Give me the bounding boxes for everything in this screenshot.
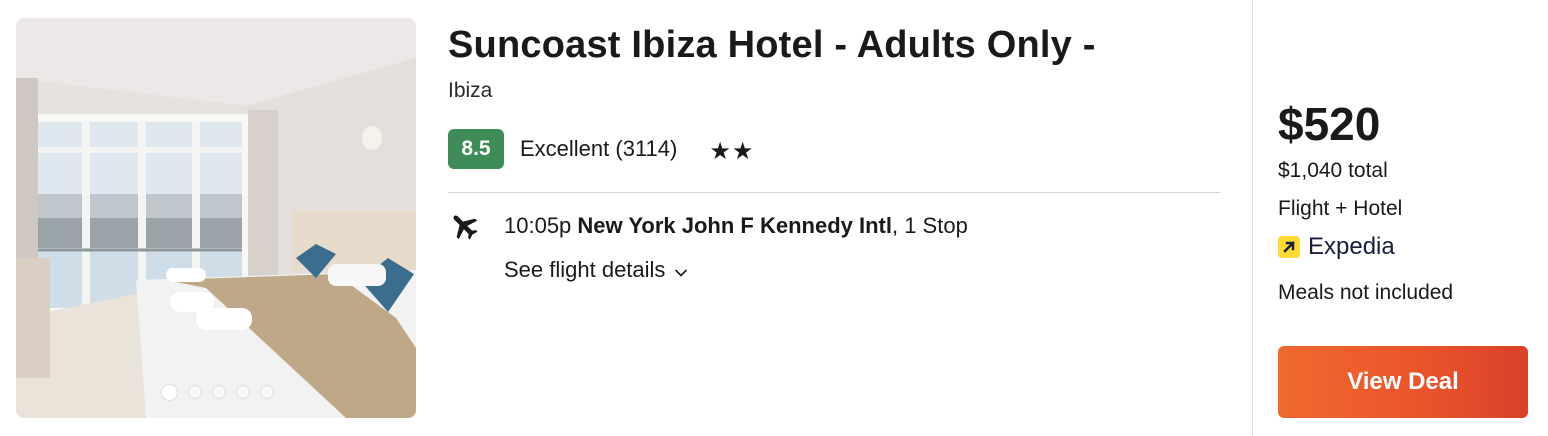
view-deal-button[interactable]: View Deal (1278, 346, 1528, 418)
expedia-logo-icon (1278, 236, 1300, 258)
price-column: $520 $1,040 total Flight + Hotel Expedia… (1278, 96, 1530, 306)
rating-row: 8.5 Excellent (3114) ★★ (448, 128, 1220, 170)
carousel-dot-5[interactable] (260, 386, 273, 398)
review-score-badge: 8.5 (448, 129, 504, 169)
hotel-name[interactable]: Suncoast Ibiza Hotel - Adults Only - (448, 22, 1220, 68)
airplane-icon (448, 211, 484, 241)
see-flight-details-link[interactable]: See flight details (504, 257, 688, 283)
price-total: $1,040 total (1278, 159, 1388, 182)
flight-stops: , 1 Stop (891, 213, 968, 238)
hotel-photo-carousel[interactable] (16, 18, 416, 418)
provider: Expedia (1278, 232, 1530, 262)
hotel-room-photo (16, 18, 416, 418)
hotel-info: Suncoast Ibiza Hotel - Adults Only - Ibi… (448, 22, 1220, 283)
price-per-person: $520 (1278, 98, 1381, 150)
hotel-star-rating: ★★ (709, 137, 755, 165)
see-flight-details-label: See flight details (504, 257, 666, 282)
hotel-result-card[interactable]: Suncoast Ibiza Hotel - Adults Only - Ibi… (0, 0, 1548, 436)
carousel-dot-4[interactable] (236, 386, 249, 398)
chevron-down-icon (675, 257, 688, 283)
provider-name: Expedia (1308, 233, 1395, 260)
carousel-dots[interactable] (16, 385, 416, 400)
flight-description: 10:05p New York John F Kennedy Intl, 1 S… (504, 213, 968, 239)
flight-departure-time: 10:05p (504, 213, 578, 238)
package-type: Flight + Hotel (1278, 197, 1403, 220)
column-separator (1252, 0, 1253, 436)
carousel-dot-3[interactable] (212, 386, 225, 398)
carousel-dot-2[interactable] (188, 386, 201, 398)
flight-airport: New York John F Kennedy Intl (577, 213, 892, 238)
hotel-location: Ibiza (448, 79, 493, 102)
meals-info: Meals not included (1278, 281, 1454, 304)
review-rating-text: Excellent (3114) (520, 136, 678, 161)
carousel-dot-1[interactable] (161, 385, 177, 400)
divider (448, 192, 1220, 193)
flight-summary: 10:05p New York John F Kennedy Intl, 1 S… (448, 211, 1220, 241)
